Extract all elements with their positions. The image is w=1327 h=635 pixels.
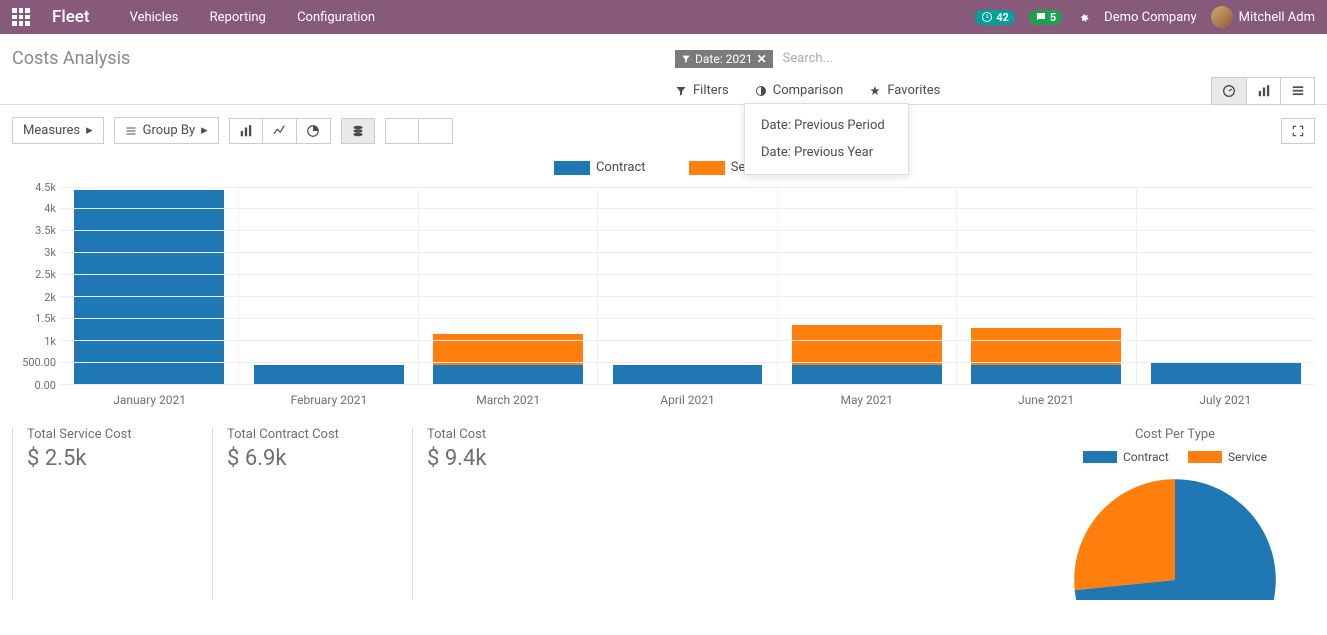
fullscreen-button[interactable] [1281, 118, 1315, 144]
view-switcher [1211, 77, 1315, 105]
chip-remove-icon[interactable]: ✕ [757, 52, 767, 66]
search-input[interactable] [783, 51, 1315, 66]
card-contract-cost: Total Contract Cost $ 6.9k [212, 427, 412, 600]
search-bar: Date: 2021 ✕ [675, 50, 1315, 68]
card-service-cost: Total Service Cost $ 2.5k [12, 427, 212, 600]
menu-vehicles[interactable]: Vehicles [130, 10, 179, 25]
comparison-option-previous-period[interactable]: Date: Previous Period [745, 112, 908, 139]
filters-button[interactable]: Filters [675, 83, 729, 98]
pie-legend-contract[interactable]: Contract [1083, 450, 1169, 464]
line-chart-button[interactable] [263, 118, 297, 144]
x-tick: May 2021 [777, 393, 956, 407]
pie-chart-button[interactable] [297, 118, 331, 144]
y-tick: 4k [44, 202, 56, 215]
y-tick: 1.5k [35, 312, 56, 325]
bar-column [957, 187, 1136, 384]
messages-count: 5 [1050, 11, 1056, 24]
chart-legend: Contract Service [0, 156, 1327, 187]
y-tick: 0.00 [35, 379, 56, 392]
bar-segment-contract[interactable] [433, 365, 583, 383]
page-title: Costs Analysis [12, 48, 130, 69]
x-tick: February 2021 [239, 393, 418, 407]
sort-group [385, 118, 453, 144]
comparison-button[interactable]: Comparison [755, 83, 844, 98]
x-tick: April 2021 [598, 393, 777, 407]
apps-icon[interactable] [12, 8, 30, 26]
comparison-option-previous-year[interactable]: Date: Previous Year [745, 139, 908, 166]
activity-badge[interactable]: 42 [975, 10, 1015, 25]
stacked-button[interactable] [341, 118, 375, 144]
bar-column [1137, 187, 1315, 384]
sort-desc-button[interactable] [385, 118, 419, 144]
bar-column [60, 187, 239, 384]
y-tick: 3k [44, 246, 56, 259]
main-menu: Vehicles Reporting Configuration [130, 10, 403, 25]
page-header: Costs Analysis Date: 2021 ✕ [0, 34, 1327, 77]
pie-title: Cost Per Type [1035, 427, 1315, 442]
menu-reporting[interactable]: Reporting [210, 10, 266, 25]
search-filter-chip[interactable]: Date: 2021 ✕ [675, 50, 773, 68]
company-switcher[interactable]: Demo Company [1104, 10, 1196, 25]
caret-right-icon: ▸ [86, 123, 93, 138]
chip-label: Date: 2021 [695, 52, 753, 66]
chart-type-group [229, 118, 331, 144]
summary-row: Total Service Cost $ 2.5k Total Contract… [0, 407, 1327, 612]
view-dashboard-button[interactable] [1212, 78, 1246, 104]
x-tick: July 2021 [1136, 393, 1315, 407]
bar-segment-contract[interactable] [971, 365, 1121, 383]
graph-toolbar: Measures▸ Group By▸ [0, 105, 1327, 156]
group-by-button[interactable]: Group By▸ [114, 117, 219, 144]
pie-chart [1070, 475, 1280, 600]
user-name: Mitchell Adm [1239, 10, 1315, 25]
bar-column [778, 187, 957, 384]
sort-asc-button[interactable] [419, 118, 453, 144]
card-total-cost: Total Cost $ 9.4k [412, 427, 612, 600]
comparison-dropdown: Date: Previous Period Date: Previous Yea… [744, 103, 909, 175]
debug-icon[interactable] [1076, 8, 1090, 26]
swatch-icon [1083, 451, 1117, 463]
caret-right-icon: ▸ [201, 123, 208, 138]
bar-segment-contract[interactable] [1151, 362, 1301, 384]
y-tick: 2k [44, 291, 56, 304]
pie-legend: Contract Service [1035, 450, 1315, 467]
pie-legend-service[interactable]: Service [1188, 450, 1267, 464]
bar-segment-contract[interactable] [792, 365, 942, 383]
user-menu[interactable]: Mitchell Adm [1211, 6, 1315, 28]
bar-column [419, 187, 598, 384]
swatch-icon [554, 161, 590, 175]
bar-segment-contract[interactable] [613, 365, 763, 383]
bar-segment-contract[interactable] [74, 190, 224, 384]
x-tick: March 2021 [419, 393, 598, 407]
swatch-icon [1188, 451, 1222, 463]
y-tick: 500.00 [22, 356, 56, 369]
swatch-icon [689, 161, 725, 175]
y-tick: 2.5k [35, 268, 56, 281]
y-tick: 4.5k [35, 181, 56, 194]
activity-count: 42 [996, 11, 1009, 24]
pie-slice-service[interactable] [1074, 479, 1175, 590]
bar-segment-service[interactable] [971, 328, 1121, 365]
bar-column [239, 187, 418, 384]
measures-button[interactable]: Measures▸ [12, 117, 104, 144]
bar-chart: 4.5k4k3.5k3k2.5k2k1.5k1k500.000.00 Janua… [0, 187, 1327, 407]
view-list-button[interactable] [1280, 78, 1314, 104]
messages-badge[interactable]: 5 [1029, 10, 1062, 25]
bar-chart-button[interactable] [229, 118, 263, 144]
x-tick: January 2021 [60, 393, 239, 407]
bar-column [598, 187, 777, 384]
y-tick: 3.5k [35, 224, 56, 237]
x-tick: June 2021 [956, 393, 1135, 407]
top-navbar: Fleet Vehicles Reporting Configuration 4… [0, 0, 1327, 34]
view-graph-button[interactable] [1246, 78, 1280, 104]
bar-segment-contract[interactable] [254, 365, 404, 383]
bar-segment-service[interactable] [792, 325, 942, 365]
menu-configuration[interactable]: Configuration [297, 10, 375, 25]
pie-section: Cost Per Type Contract Service [1035, 427, 1315, 600]
search-options-row: Filters Comparison Favorites Date: Previ… [0, 77, 1327, 104]
y-tick: 1k [44, 335, 56, 348]
legend-contract[interactable]: Contract [554, 160, 646, 175]
app-brand[interactable]: Fleet [52, 7, 90, 27]
avatar [1211, 6, 1233, 28]
favorites-button[interactable]: Favorites [869, 83, 940, 98]
